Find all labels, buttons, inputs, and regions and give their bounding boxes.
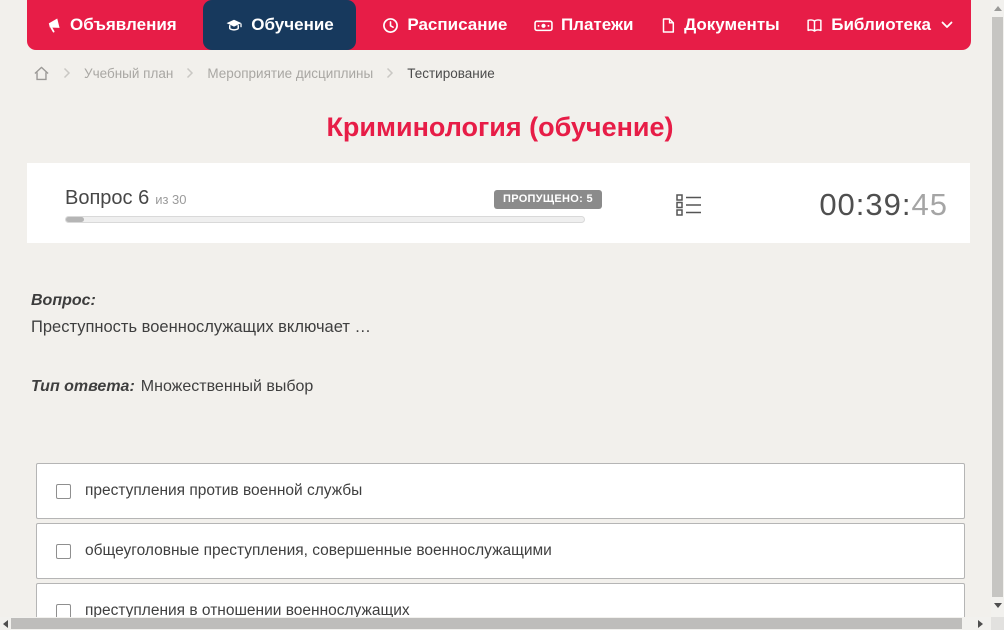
nav-item-label: Обучение [251, 15, 334, 34]
question-progress-bar [65, 216, 585, 223]
scroll-left-arrow-icon[interactable] [3, 620, 8, 628]
nav-item-label: Библиотека [831, 15, 931, 34]
option-checkbox[interactable] [56, 543, 71, 559]
question-list-icon[interactable] [676, 194, 702, 216]
book-icon [806, 17, 823, 34]
question-text: Преступность военнослужащих включает … [31, 318, 372, 336]
top-navbar: Объявления Обучение Расписание Платежи Д… [27, 0, 971, 50]
answer-type-line: Тип ответа: Множественный выбор [31, 378, 313, 396]
breadcrumb-testing: Тестирование [407, 65, 495, 81]
chevron-down-icon [941, 21, 953, 29]
breadcrumb: Учебный план Мероприятие дисциплины Тест… [33, 63, 495, 83]
scroll-right-arrow-icon[interactable] [978, 620, 983, 628]
nav-item-library[interactable]: Библиотека [806, 0, 953, 50]
answer-option-row[interactable]: преступления против военной службы [36, 463, 965, 519]
timer-seconds: 45 [911, 187, 948, 222]
question-total: из 30 [155, 192, 187, 207]
scroll-up-arrow-icon[interactable] [994, 6, 1002, 11]
breadcrumb-separator-icon [386, 67, 394, 79]
breadcrumb-study-plan[interactable]: Учебный план [84, 66, 173, 81]
breadcrumb-separator-icon [186, 67, 194, 79]
option-label: преступления против военной службы [85, 482, 363, 499]
nav-item-documents[interactable]: Документы [660, 0, 780, 50]
horizontal-scrollbar[interactable] [0, 617, 991, 630]
cash-icon [534, 17, 553, 34]
horizontal-scrollbar-thumb[interactable] [11, 618, 962, 629]
nav-item-announcements[interactable]: Объявления [45, 0, 177, 50]
breadcrumb-discipline-event[interactable]: Мероприятие дисциплины [207, 66, 373, 81]
question-header-card: Вопрос 6 из 30 ПРОПУЩЕНО: 5 00:39:45 [27, 163, 970, 243]
clock-icon [382, 17, 399, 34]
answer-type-value: Множественный выбор [140, 378, 314, 395]
nav-item-payments[interactable]: Платежи [534, 0, 634, 50]
page-title: Криминология (обучение) [326, 112, 674, 142]
nav-item-education[interactable]: Обучение [203, 0, 356, 50]
nav-item-label: Расписание [407, 15, 508, 34]
scrollbar-corner [991, 617, 1004, 630]
answer-option-row[interactable]: общеуголовные преступления, совершенные … [36, 523, 965, 579]
scroll-down-arrow-icon[interactable] [994, 603, 1002, 608]
question-heading: Вопрос: [31, 292, 96, 309]
document-icon [660, 17, 676, 34]
graduation-cap-icon [225, 17, 243, 34]
question-number: Вопрос 6 из 30 [65, 187, 187, 209]
nav-item-label: Документы [684, 15, 780, 34]
breadcrumb-separator-icon [63, 67, 71, 79]
nav-item-label: Объявления [70, 15, 177, 34]
option-label: общеуголовные преступления, совершенные … [85, 542, 552, 559]
answer-options: преступления против военной службы общеу… [36, 463, 965, 630]
vertical-scrollbar-thumb[interactable] [992, 17, 1003, 597]
option-checkbox[interactable] [56, 483, 71, 499]
vertical-scrollbar[interactable] [991, 0, 1004, 617]
nav-item-schedule[interactable]: Расписание [382, 0, 507, 50]
timer: 00:39:45 [819, 187, 948, 223]
skipped-badge: ПРОПУЩЕНО: 5 [494, 190, 602, 209]
answer-type-label: Тип ответа: [31, 378, 135, 395]
timer-minutes: 00:39: [819, 187, 912, 222]
question-progress-fill [66, 217, 84, 222]
nav-item-label: Платежи [560, 15, 634, 34]
megaphone-icon [45, 17, 62, 34]
home-icon[interactable] [33, 65, 50, 82]
